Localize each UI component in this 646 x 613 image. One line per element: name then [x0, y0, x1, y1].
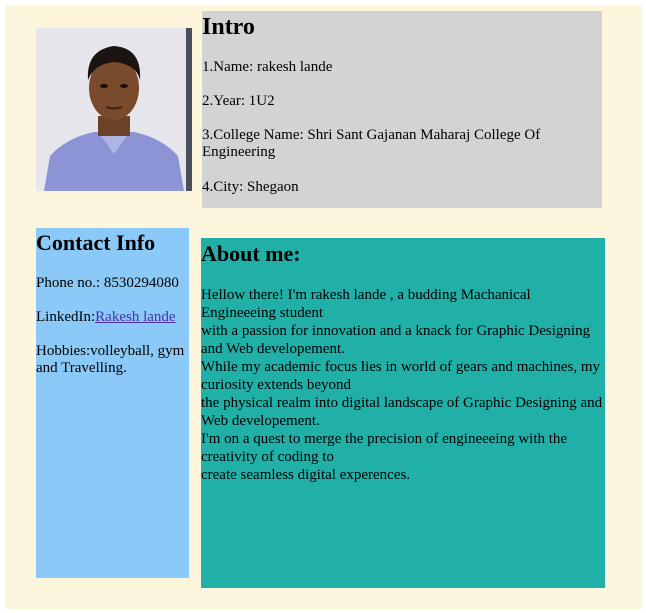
- linkedin-link[interactable]: Rakesh lande: [95, 309, 175, 325]
- about-line: I'm on a quest to merge the precision of…: [201, 431, 568, 465]
- about-line: While my academic focus lies in world of…: [201, 359, 601, 393]
- intro-section: Intro 1.Name: rakesh lande 2.Year: 1U2 3…: [202, 11, 602, 208]
- intro-title: Intro: [202, 14, 255, 40]
- about-title: About me:: [201, 241, 301, 266]
- about-line: Hellow there! I'm rakesh lande , a buddi…: [201, 287, 531, 321]
- about-line: with a passion for innovation and a knac…: [201, 323, 591, 357]
- contact-title: Contact Info: [36, 230, 156, 255]
- about-line: create seamless digital experences.: [201, 467, 411, 483]
- contact-linkedin: LinkedIn:Rakesh lande: [36, 309, 189, 326]
- profile-photo-image: [36, 28, 192, 191]
- linkedin-label: LinkedIn:: [36, 309, 96, 325]
- contact-hobbies: Hobbies:volleyball, gym and Travelling.: [36, 343, 185, 376]
- contact-phone: Phone no.: 8530294080: [36, 275, 179, 291]
- intro-item-year: 2.Year: 1U2: [202, 93, 275, 109]
- about-text: Hellow there! I'm rakesh lande , a buddi…: [201, 286, 605, 484]
- contact-section: Contact Info Phone no.: 8530294080 Linke…: [36, 228, 189, 578]
- profile-photo: [36, 28, 192, 191]
- intro-item-college: 3.College Name: Shri Sant Gajanan Mahara…: [202, 127, 541, 160]
- about-section: About me: Hellow there! I'm rakesh lande…: [201, 238, 605, 588]
- page: Intro 1.Name: rakesh lande 2.Year: 1U2 3…: [5, 5, 642, 609]
- intro-item-name: 1.Name: rakesh lande: [202, 59, 333, 75]
- intro-item-city: 4.City: Shegaon: [202, 179, 299, 195]
- about-line: the physical realm into digital landscap…: [201, 395, 603, 429]
